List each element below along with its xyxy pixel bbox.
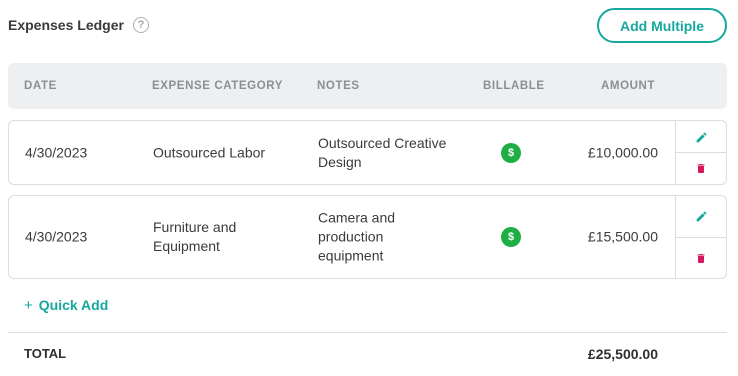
total-label: TOTAL (24, 346, 67, 361)
row-amount: £15,500.00 (587, 228, 658, 245)
column-header-notes: NOTES (317, 80, 360, 92)
divider (8, 332, 727, 333)
add-multiple-button[interactable]: Add Multiple (597, 8, 727, 43)
column-header-amount: AMOUNT (601, 80, 656, 92)
table-row: 4/30/2023 Furniture and Equipment Camera… (8, 195, 727, 279)
notes-line: equipment (318, 247, 384, 264)
row-notes: Outsourced Creative Design (318, 134, 446, 172)
row-actions (675, 121, 726, 184)
column-header-date: DATE (24, 80, 57, 92)
billable-dollar-icon: $ (501, 142, 521, 163)
plus-icon: + (24, 296, 33, 314)
pencil-icon (696, 132, 706, 142)
pencil-icon (696, 211, 706, 222)
quick-add-link[interactable]: + Quick Add (24, 296, 108, 314)
row-date: 4/30/2023 (25, 144, 88, 160)
page-title: Expenses Ledger (8, 17, 124, 33)
notes-line: Design (318, 153, 362, 170)
delete-button[interactable] (676, 237, 726, 278)
billable-dollar-icon: $ (501, 227, 521, 247)
help-icon[interactable]: ? (132, 17, 149, 33)
trash-icon (697, 253, 705, 263)
notes-line: production (318, 228, 384, 245)
total-value: £25,500.00 (587, 346, 658, 362)
notes-line: Camera and (318, 209, 396, 226)
category-line: Outsourced Labor (153, 144, 266, 160)
edit-button[interactable] (676, 196, 726, 237)
row-date: 4/30/2023 (25, 228, 88, 245)
row-actions (675, 196, 726, 278)
quick-add-label: Quick Add (38, 297, 109, 313)
notes-line: Outsourced Creative (318, 134, 447, 151)
table-row: 4/30/2023 Outsourced Labor Outsourced Cr… (8, 120, 727, 185)
row-expense-category: Furniture and Equipment (153, 218, 236, 256)
ledger-title-row: Expenses Ledger ? (8, 10, 149, 40)
column-header-expense-category: EXPENSE CATEGORY (152, 80, 284, 92)
delete-button[interactable] (676, 152, 726, 184)
row-amount: £10,000.00 (587, 144, 658, 160)
trash-icon (697, 164, 705, 173)
edit-button[interactable] (676, 121, 726, 153)
category-line: Furniture and (153, 219, 237, 235)
column-header-billable: BILLABLE (483, 80, 545, 92)
row-expense-category: Outsourced Labor (153, 143, 265, 162)
table-header: DATE EXPENSE CATEGORY NOTES BILLABLE AMO… (8, 63, 727, 109)
row-notes: Camera and production equipment (318, 209, 395, 266)
category-line: Equipment (153, 238, 220, 254)
